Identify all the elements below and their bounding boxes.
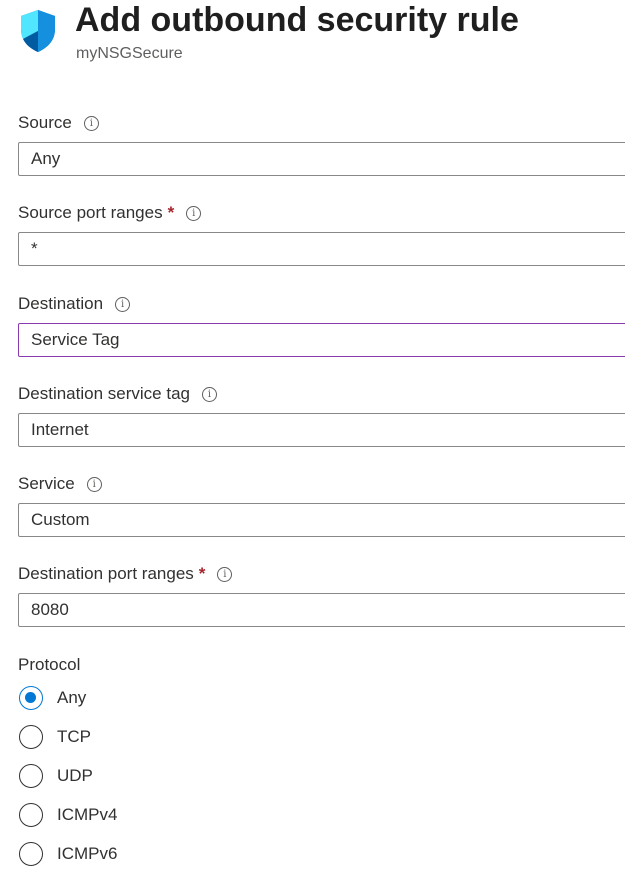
source-label: Source i [18, 113, 99, 133]
source-dropdown[interactable]: Any [18, 142, 625, 176]
info-icon[interactable]: i [83, 115, 99, 131]
protocol-option-label: TCP [57, 727, 91, 746]
required-marker: * [198, 564, 206, 583]
protocol-option-udp[interactable]: UDP [19, 762, 93, 790]
protocol-label: Protocol [18, 655, 80, 675]
source-label-text: Source [18, 113, 72, 132]
destination-label-text: Destination [18, 294, 104, 313]
shield-icon [21, 10, 55, 52]
protocol-option-label: ICMPv4 [57, 805, 118, 824]
destination-port-ranges-label-text: Destination port ranges [18, 564, 194, 583]
source-port-ranges-label-text: Source port ranges [18, 203, 163, 222]
destination-label: Destination i [18, 294, 131, 314]
required-marker: * [167, 203, 175, 222]
destination-service-tag-label-text: Destination service tag [18, 384, 190, 403]
info-icon[interactable]: i [201, 386, 217, 402]
source-port-ranges-label: Source port ranges * i [18, 203, 202, 223]
protocol-option-tcp[interactable]: TCP [19, 723, 91, 751]
protocol-option-icmpv4[interactable]: ICMPv4 [19, 801, 117, 829]
protocol-label-text: Protocol [18, 655, 81, 674]
protocol-option-label: ICMPv6 [57, 844, 118, 863]
add-outbound-rule-panel: Add outbound security rule myNSGSecure S… [0, 0, 625, 894]
protocol-option-any[interactable]: Any [19, 684, 86, 712]
radio-selected-icon[interactable] [19, 686, 43, 710]
protocol-option-label: Any [57, 688, 87, 707]
protocol-option-label: UDP [57, 766, 93, 785]
source-value: Any [31, 149, 61, 168]
service-value: Custom [31, 510, 90, 529]
destination-dropdown[interactable]: Service Tag [18, 323, 625, 357]
destination-port-ranges-label: Destination port ranges * i [18, 564, 233, 584]
service-label: Service i [18, 474, 102, 494]
destination-port-ranges-input[interactable]: 8080 [18, 593, 625, 627]
info-icon[interactable]: i [186, 205, 202, 221]
info-icon[interactable]: i [115, 296, 131, 312]
radio-unselected-icon[interactable] [19, 842, 43, 866]
page-title: Add outbound security rule [75, 1, 519, 39]
destination-service-tag-label: Destination service tag i [18, 384, 217, 404]
page-subtitle: myNSGSecure [76, 45, 183, 62]
info-icon[interactable]: i [86, 476, 102, 492]
info-icon[interactable]: i [217, 566, 233, 582]
radio-unselected-icon[interactable] [19, 725, 43, 749]
destination-port-ranges-value: 8080 [31, 600, 69, 619]
source-port-ranges-value: * [31, 239, 38, 258]
protocol-option-icmpv6[interactable]: ICMPv6 [19, 840, 117, 868]
radio-unselected-icon[interactable] [19, 764, 43, 788]
destination-value: Service Tag [31, 330, 120, 349]
panel-header: Add outbound security rule myNSGSecure [0, 0, 625, 80]
source-port-ranges-input[interactable]: * [18, 232, 625, 266]
service-label-text: Service [18, 474, 75, 493]
destination-service-tag-value: Internet [31, 420, 89, 439]
destination-service-tag-dropdown[interactable]: Internet [18, 413, 625, 447]
service-dropdown[interactable]: Custom [18, 503, 625, 537]
radio-unselected-icon[interactable] [19, 803, 43, 827]
